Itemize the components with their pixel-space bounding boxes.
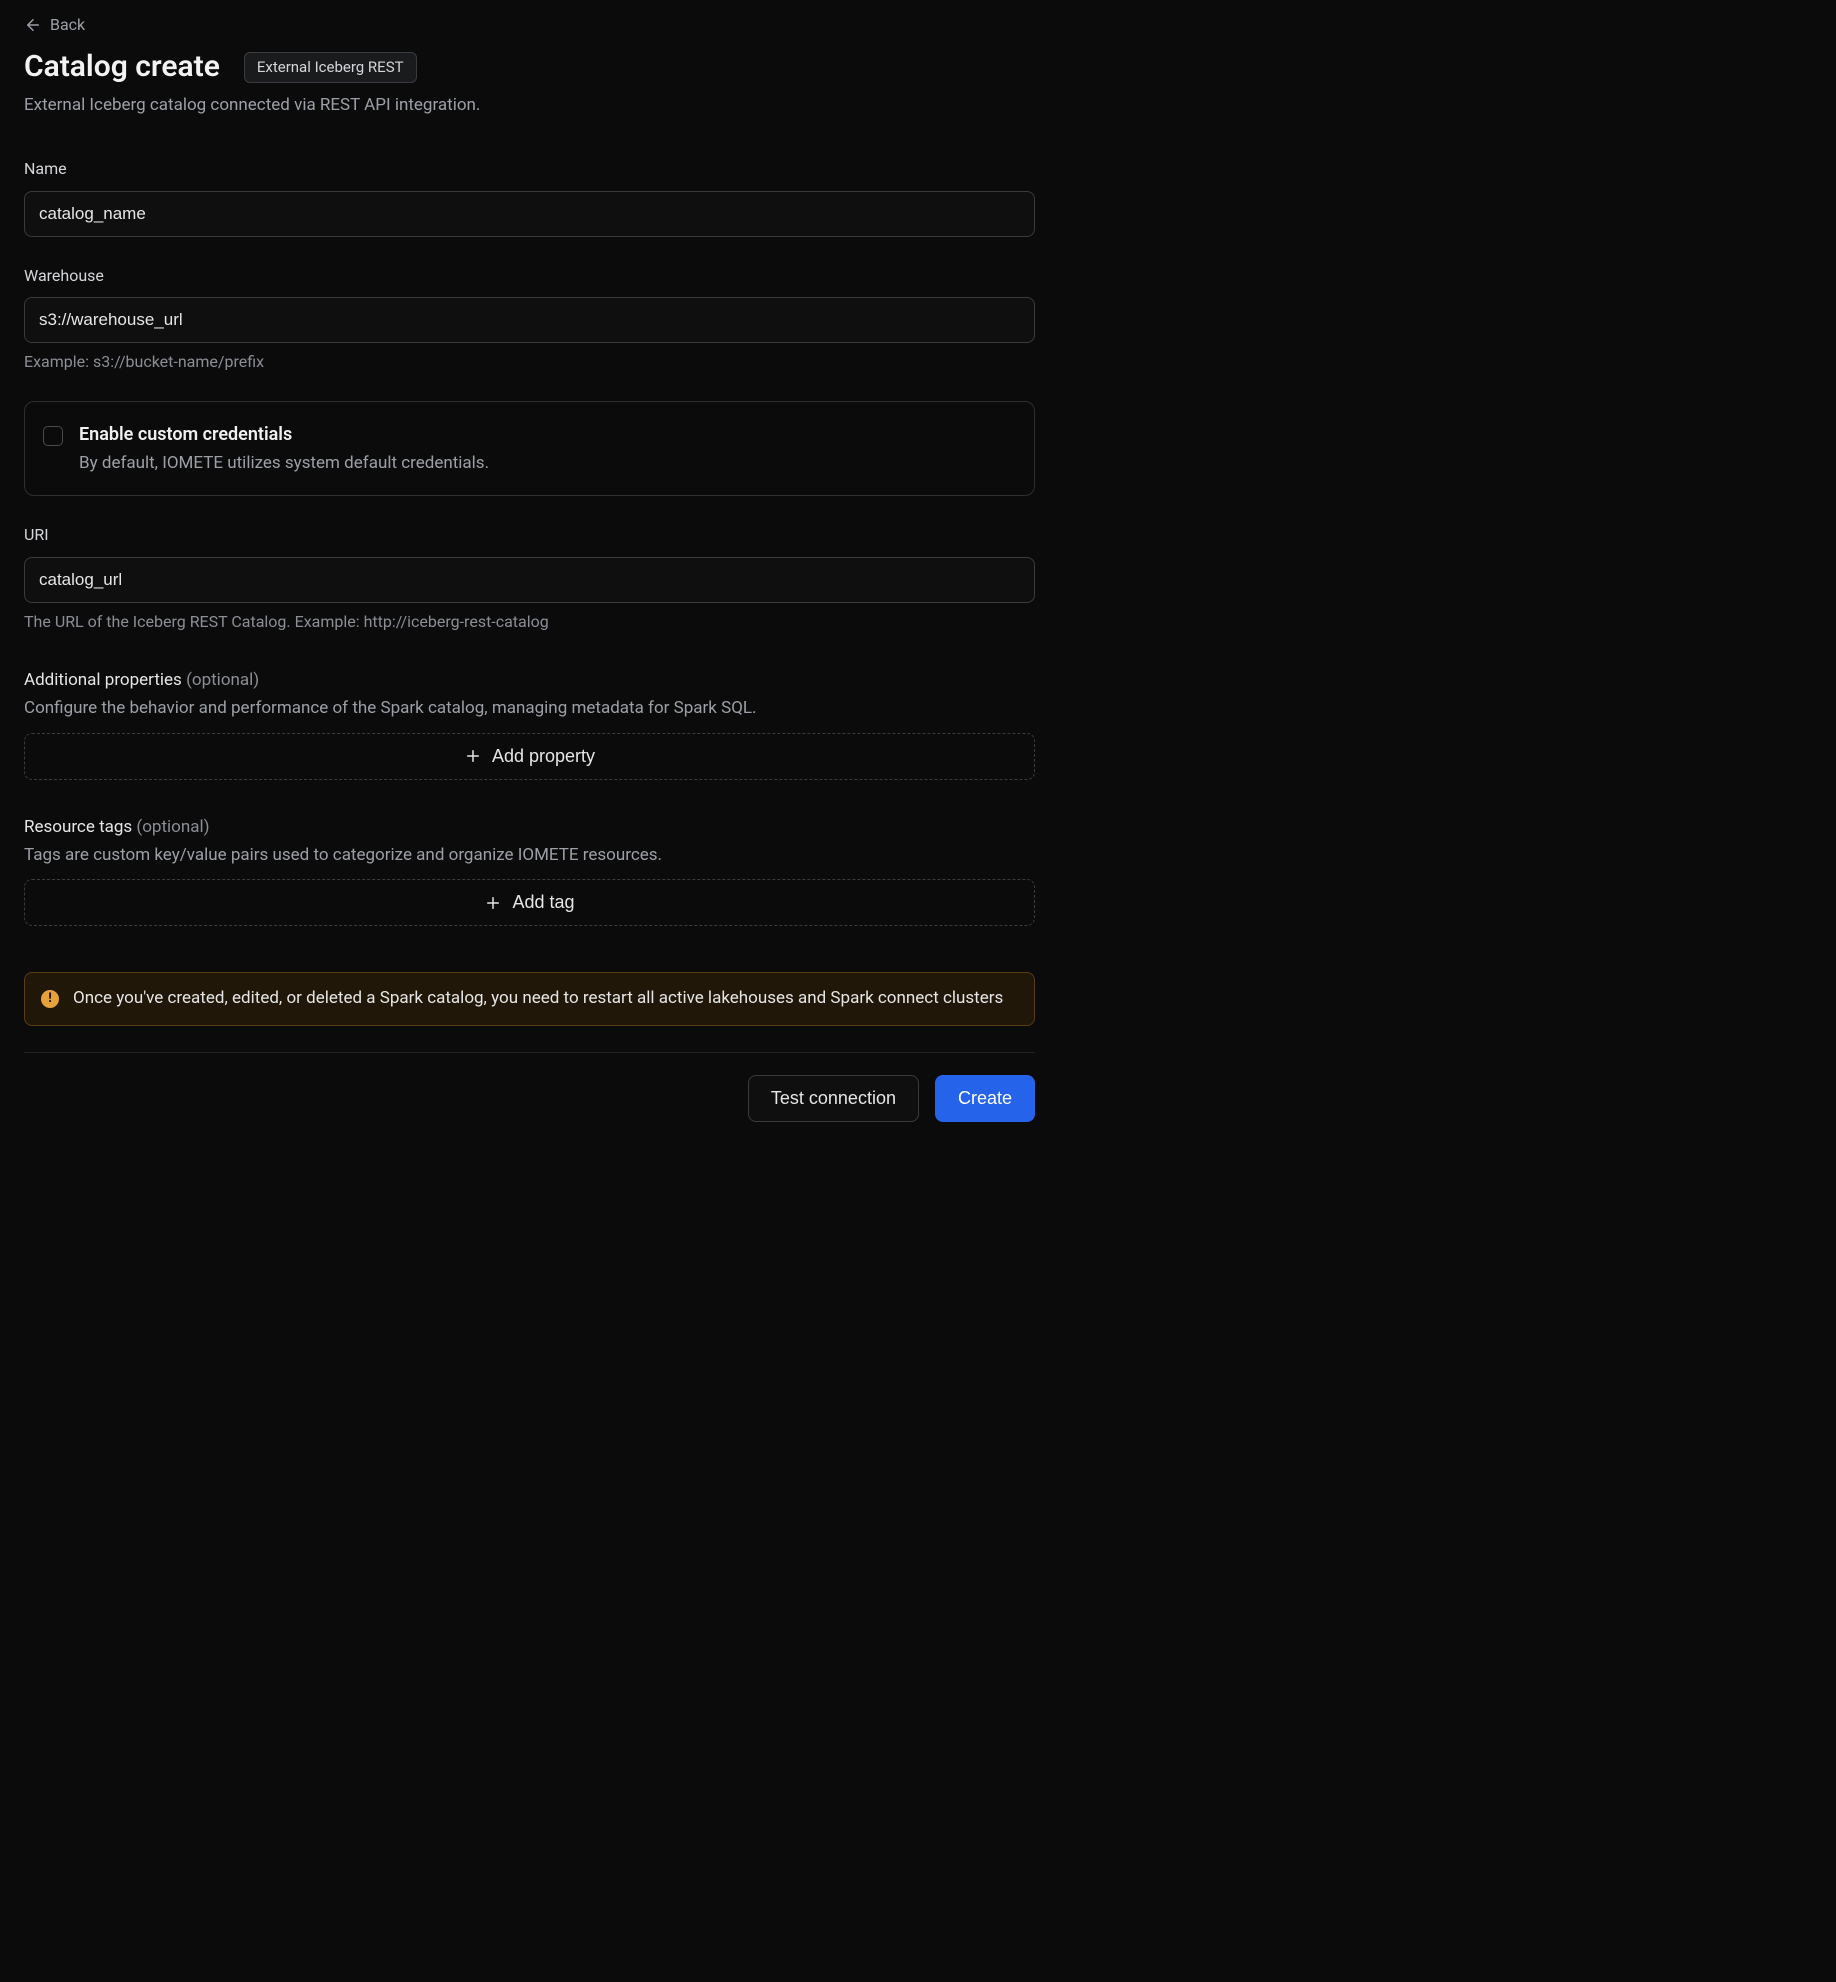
field-name: Name: [24, 158, 1035, 236]
catalog-type-badge: External Iceberg REST: [244, 52, 417, 83]
name-label: Name: [24, 158, 1035, 180]
uri-label: URI: [24, 524, 1035, 546]
properties-label: Additional properties (optional): [24, 669, 1035, 693]
add-tag-button[interactable]: Add tag: [24, 879, 1035, 926]
properties-optional: (optional): [186, 670, 259, 690]
add-property-button[interactable]: Add property: [24, 733, 1035, 780]
properties-label-text: Additional properties: [24, 670, 182, 690]
tags-label-text: Resource tags: [24, 817, 132, 837]
back-link[interactable]: Back: [24, 14, 85, 36]
title-row: Catalog create External Iceberg REST: [24, 46, 1035, 88]
create-button[interactable]: Create: [935, 1075, 1035, 1122]
plus-icon: [464, 747, 482, 765]
alert-text: Once you've created, edited, or deleted …: [73, 987, 1003, 1011]
enable-credentials-checkbox[interactable]: [43, 426, 63, 446]
test-connection-button[interactable]: Test connection: [748, 1075, 919, 1122]
credentials-title: Enable custom credentials: [79, 422, 489, 447]
warehouse-label: Warehouse: [24, 265, 1035, 287]
credentials-description: By default, IOMETE utilizes system defau…: [79, 452, 489, 476]
add-property-label: Add property: [492, 746, 595, 767]
page-title: Catalog create: [24, 46, 220, 88]
warning-icon: !: [41, 990, 59, 1008]
arrow-left-icon: [24, 16, 42, 34]
tags-optional: (optional): [136, 817, 209, 837]
add-tag-label: Add tag: [512, 892, 574, 913]
warehouse-input[interactable]: [24, 297, 1035, 343]
section-resource-tags: Resource tags (optional) Tags are custom…: [24, 816, 1035, 927]
credentials-card: Enable custom credentials By default, IO…: [24, 401, 1035, 496]
footer-divider: [24, 1052, 1035, 1053]
field-warehouse: Warehouse Example: s3://bucket-name/pref…: [24, 265, 1035, 374]
credentials-text: Enable custom credentials By default, IO…: [79, 422, 489, 475]
properties-description: Configure the behavior and performance o…: [24, 697, 1035, 721]
restart-warning-alert: ! Once you've created, edited, or delete…: [24, 972, 1035, 1026]
tags-description: Tags are custom key/value pairs used to …: [24, 844, 1035, 868]
section-additional-properties: Additional properties (optional) Configu…: [24, 669, 1035, 780]
footer-actions: Test connection Create: [24, 1075, 1035, 1122]
uri-help: The URL of the Iceberg REST Catalog. Exa…: [24, 611, 1035, 633]
back-label: Back: [50, 14, 85, 36]
uri-input[interactable]: [24, 557, 1035, 603]
plus-icon: [484, 894, 502, 912]
field-uri: URI The URL of the Iceberg REST Catalog.…: [24, 524, 1035, 633]
page-subtitle: External Iceberg catalog connected via R…: [24, 94, 1035, 118]
tags-label: Resource tags (optional): [24, 816, 1035, 840]
warehouse-help: Example: s3://bucket-name/prefix: [24, 351, 1035, 373]
name-input[interactable]: [24, 191, 1035, 237]
